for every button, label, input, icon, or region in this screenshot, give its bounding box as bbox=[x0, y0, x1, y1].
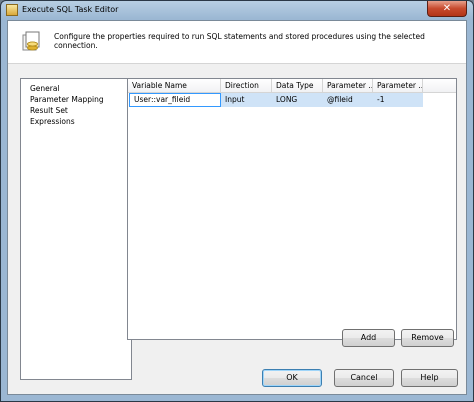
column-header-direction[interactable]: Direction bbox=[221, 79, 272, 92]
sql-task-icon bbox=[22, 31, 40, 51]
remove-button[interactable]: Remove bbox=[401, 329, 454, 347]
column-header-parameter-size[interactable]: Parameter ... bbox=[373, 79, 423, 92]
header-strip: Configure the properties required to run… bbox=[8, 21, 466, 64]
nav-item-result-set[interactable]: Result Set bbox=[21, 105, 131, 116]
parameter-grid: Variable Name Direction Data Type Parame… bbox=[127, 78, 457, 340]
help-button[interactable]: Help bbox=[401, 369, 458, 387]
close-button[interactable]: ✕ bbox=[427, 1, 467, 17]
page-navigation: General Parameter Mapping Result Set Exp… bbox=[20, 78, 132, 380]
cell-direction[interactable]: Input bbox=[221, 93, 272, 107]
window-title: Execute SQL Task Editor bbox=[22, 5, 119, 14]
app-icon bbox=[6, 4, 18, 16]
header-description: Configure the properties required to run… bbox=[54, 32, 425, 50]
cancel-button[interactable]: Cancel bbox=[334, 369, 394, 387]
nav-item-general[interactable]: General bbox=[21, 83, 131, 94]
column-header-parameter-name[interactable]: Parameter ... bbox=[323, 79, 373, 92]
cell-data-type[interactable]: LONG bbox=[272, 93, 323, 107]
nav-item-parameter-mapping[interactable]: Parameter Mapping bbox=[21, 94, 131, 105]
table-row[interactable]: User::var_fileid Input LONG @fileid -1 bbox=[128, 93, 456, 107]
dialog-window: Execute SQL Task Editor ✕ Configure the … bbox=[0, 0, 474, 402]
cell-parameter-name[interactable]: @fileid bbox=[323, 93, 373, 107]
column-header-data-type[interactable]: Data Type bbox=[272, 79, 323, 92]
add-button[interactable]: Add bbox=[342, 329, 395, 347]
grid-header: Variable Name Direction Data Type Parame… bbox=[128, 79, 456, 93]
cell-parameter-size[interactable]: -1 bbox=[373, 93, 423, 107]
nav-item-expressions[interactable]: Expressions bbox=[21, 116, 131, 127]
dialog-client: Configure the properties required to run… bbox=[7, 20, 467, 395]
title-bar[interactable]: Execute SQL Task Editor ✕ bbox=[1, 1, 473, 20]
column-header-variable-name[interactable]: Variable Name bbox=[128, 79, 221, 92]
close-icon: ✕ bbox=[442, 3, 452, 14]
ok-button[interactable]: OK bbox=[262, 369, 322, 387]
cell-variable-name[interactable]: User::var_fileid bbox=[129, 93, 221, 107]
